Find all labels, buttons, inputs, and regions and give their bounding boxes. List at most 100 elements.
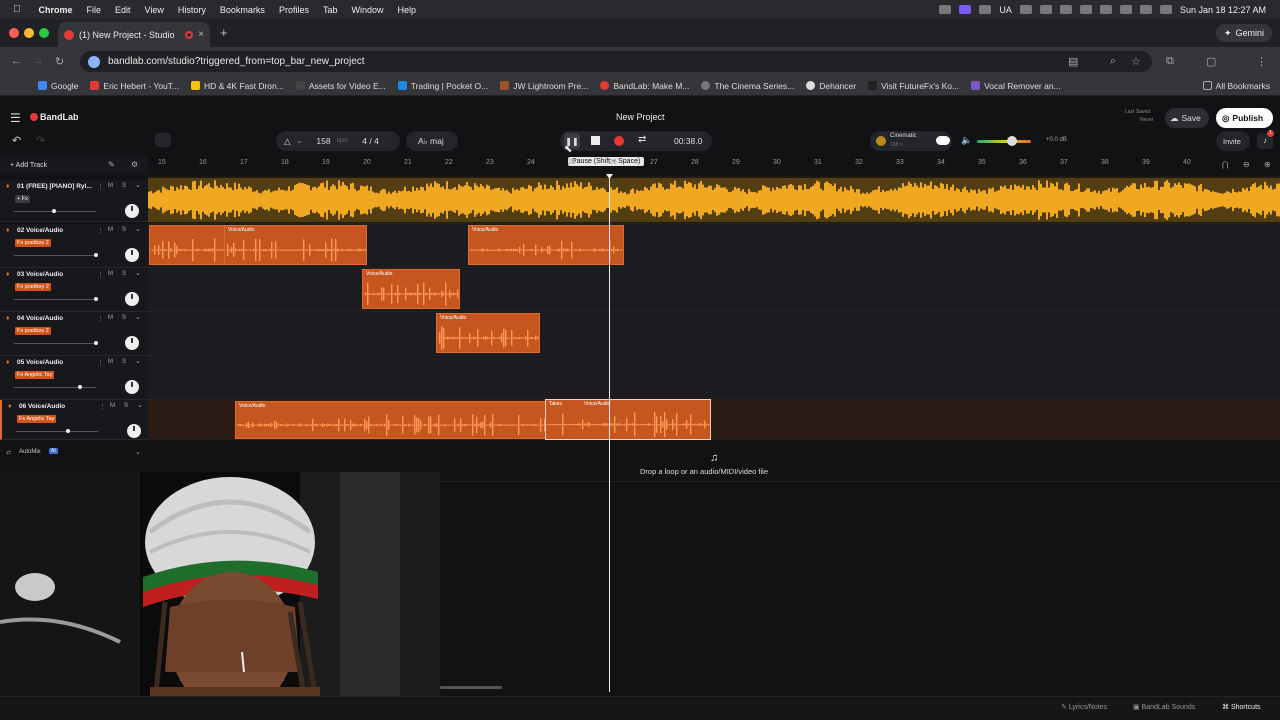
mute-button[interactable]: M xyxy=(108,271,113,277)
track-menu-icon[interactable]: ⋮ xyxy=(97,359,104,367)
lane-track-04[interactable] xyxy=(148,312,1280,356)
track-menu-icon[interactable]: ⋮ xyxy=(99,403,106,411)
lane-track-03[interactable] xyxy=(148,268,1280,312)
fx-preset-badge[interactable]: Fx poetboy 2 xyxy=(15,327,51,335)
audio-clip[interactable]: Voice/Audio xyxy=(436,313,540,353)
publish-button[interactable]: ◎ Publish xyxy=(1216,108,1273,128)
solo-button[interactable]: S xyxy=(124,403,128,409)
track-volume-slider[interactable] xyxy=(14,253,98,257)
mute-button[interactable]: M xyxy=(110,403,115,409)
back-arrow-icon[interactable]: ← xyxy=(11,55,22,67)
time-signature[interactable]: 4 / 4 xyxy=(362,136,379,146)
fx-preset-badge[interactable]: Fx Angelic Tay xyxy=(15,371,55,379)
gemini-button[interactable]: ✦ Gemini xyxy=(1215,24,1272,42)
address-bar[interactable]: bandlab.com/studio?triggered_from=top_ba… xyxy=(80,51,1152,72)
horizontal-scrollbar[interactable] xyxy=(440,686,502,689)
menubar-clock[interactable]: Sun Jan 18 12:27 AM xyxy=(1180,5,1266,15)
audio-clip[interactable]: Voice/Audio xyxy=(224,225,367,265)
track-header-6[interactable]: ♦ 06 Voice/Audio Fx Angelic Tay ⋮ M S ⌄ xyxy=(0,400,148,440)
automix-row[interactable]: ⇄ AutoMix AI ⌄ xyxy=(0,445,148,461)
zoom-out-icon[interactable]: ⊖ xyxy=(1243,160,1250,169)
input-language[interactable]: UA xyxy=(999,5,1012,15)
snap-magnet-icon[interactable]: ⋂ xyxy=(1222,160,1229,169)
menu-help[interactable]: Help xyxy=(397,5,416,15)
reader-icon[interactable]: ▤ xyxy=(1068,55,1078,68)
bandlab-logo[interactable]: BandLab xyxy=(40,112,79,122)
track-volume-slider[interactable] xyxy=(16,429,98,433)
menu-tab[interactable]: Tab xyxy=(323,5,338,15)
bookmark-bandlab[interactable]: BandLab: Make M... xyxy=(600,81,689,91)
track-name[interactable]: 04 Voice/Audio xyxy=(17,315,63,322)
key-selector[interactable]: A♭ maj xyxy=(406,131,458,151)
track-header-5[interactable]: ♦ 05 Voice/Audio Fx Angelic Tay ⋮ M S ⌄ xyxy=(0,356,148,400)
track-name[interactable]: 06 Voice/Audio xyxy=(19,403,65,410)
volume-knob[interactable] xyxy=(94,341,98,345)
status-icon[interactable] xyxy=(939,5,952,14)
cinematic-preset[interactable]: Cinematic 138 > xyxy=(870,131,952,151)
solo-button[interactable]: S xyxy=(122,359,126,365)
chevron-down-icon[interactable]: ⌄ xyxy=(135,269,141,277)
lane-track-05[interactable] xyxy=(148,356,1280,400)
takes-label[interactable]: Takes xyxy=(549,401,562,407)
metronome-icon[interactable]: △ xyxy=(284,136,291,147)
forward-arrow-icon[interactable]: → xyxy=(33,55,44,67)
browser-tab-active[interactable]: (1) New Project - Studio × xyxy=(58,22,210,47)
pan-knob[interactable] xyxy=(125,336,139,350)
record-button[interactable] xyxy=(614,136,624,146)
mute-button[interactable]: M xyxy=(108,227,113,233)
volume-knob[interactable] xyxy=(94,253,98,257)
chevron-down-icon[interactable]: ⌄ xyxy=(135,225,141,233)
menu-file[interactable]: File xyxy=(87,5,102,15)
site-info-icon[interactable] xyxy=(88,55,100,68)
bookmark-star-icon[interactable]: ☆ xyxy=(1131,55,1141,68)
chevron-down-icon[interactable]: ⌄ xyxy=(135,357,141,365)
reload-icon[interactable]: ↻ xyxy=(55,55,64,68)
bookmark-assets[interactable]: Assets for Video E... xyxy=(295,81,386,91)
redo-icon[interactable]: ↷ xyxy=(36,134,45,147)
chevron-down-icon[interactable]: ⌄ xyxy=(137,401,143,409)
fx-preset-badge[interactable]: Fx Angelic Tay xyxy=(17,415,57,423)
piano-waveform[interactable] xyxy=(148,178,1280,222)
fx-preset-badge[interactable]: + Fx xyxy=(15,195,30,203)
chevron-down-icon[interactable]: ⌄ xyxy=(135,181,141,189)
menu-history[interactable]: History xyxy=(178,5,206,15)
volume-knob[interactable] xyxy=(78,385,82,389)
apple-icon[interactable]:  xyxy=(13,4,21,15)
bpm-value[interactable]: 158 xyxy=(316,136,330,146)
shortcuts-button[interactable]: ⌘ Shortcuts xyxy=(1222,703,1261,711)
solo-button[interactable]: S xyxy=(122,183,126,189)
volume-knob[interactable] xyxy=(65,429,70,433)
bookmark-dehancer[interactable]: Dehancer xyxy=(806,81,856,91)
audio-clip[interactable]: Voice/Audio xyxy=(468,225,624,265)
solo-button[interactable]: S xyxy=(122,271,126,277)
tab-search-icon[interactable]: ▢ xyxy=(1206,55,1216,68)
track-menu-icon[interactable]: ⋮ xyxy=(97,227,104,235)
new-tab-icon[interactable]: + xyxy=(220,25,228,40)
window-close-icon[interactable] xyxy=(9,28,19,38)
pan-knob[interactable] xyxy=(125,380,139,394)
pan-knob[interactable] xyxy=(125,292,139,306)
mixer-toggle-icon[interactable] xyxy=(155,133,171,147)
audio-clip[interactable] xyxy=(149,225,225,265)
track-menu-icon[interactable]: ⋮ xyxy=(97,315,104,323)
window-minimize-icon[interactable] xyxy=(24,28,34,38)
bookmark-youtube[interactable]: Eric Hebert - YouT... xyxy=(90,81,179,91)
track-header-4[interactable]: ♦ 04 Voice/Audio Fx poetboy 2 ⋮ M S ⌄ xyxy=(0,312,148,356)
mute-button[interactable]: M xyxy=(108,183,113,189)
track-header-2[interactable]: ♦ 02 Voice/Audio Fx poetboy 2 ⋮ M S ⌄ xyxy=(0,224,148,268)
volume-knob[interactable] xyxy=(52,209,57,213)
master-volume-knob[interactable] xyxy=(1007,136,1017,146)
save-button[interactable]: ☁ Save xyxy=(1165,108,1209,128)
chevron-down-icon[interactable]: ⌄ xyxy=(135,448,141,456)
cinematic-toggle[interactable] xyxy=(936,136,950,145)
project-title[interactable]: New Project xyxy=(616,112,665,122)
menu-app-name[interactable]: Chrome xyxy=(39,5,73,15)
track-name[interactable]: 01 (FREE) [PIANO] Ryl... xyxy=(17,183,92,190)
lane-track-01[interactable] xyxy=(148,176,1280,224)
menu-profiles[interactable]: Profiles xyxy=(279,5,309,15)
stop-button[interactable] xyxy=(591,136,600,145)
track-menu-icon[interactable]: ⋮ xyxy=(97,271,104,279)
zoom-in-icon[interactable]: ⊕ xyxy=(1264,160,1271,169)
track-volume-slider[interactable] xyxy=(14,209,96,213)
pan-knob[interactable] xyxy=(125,204,139,218)
